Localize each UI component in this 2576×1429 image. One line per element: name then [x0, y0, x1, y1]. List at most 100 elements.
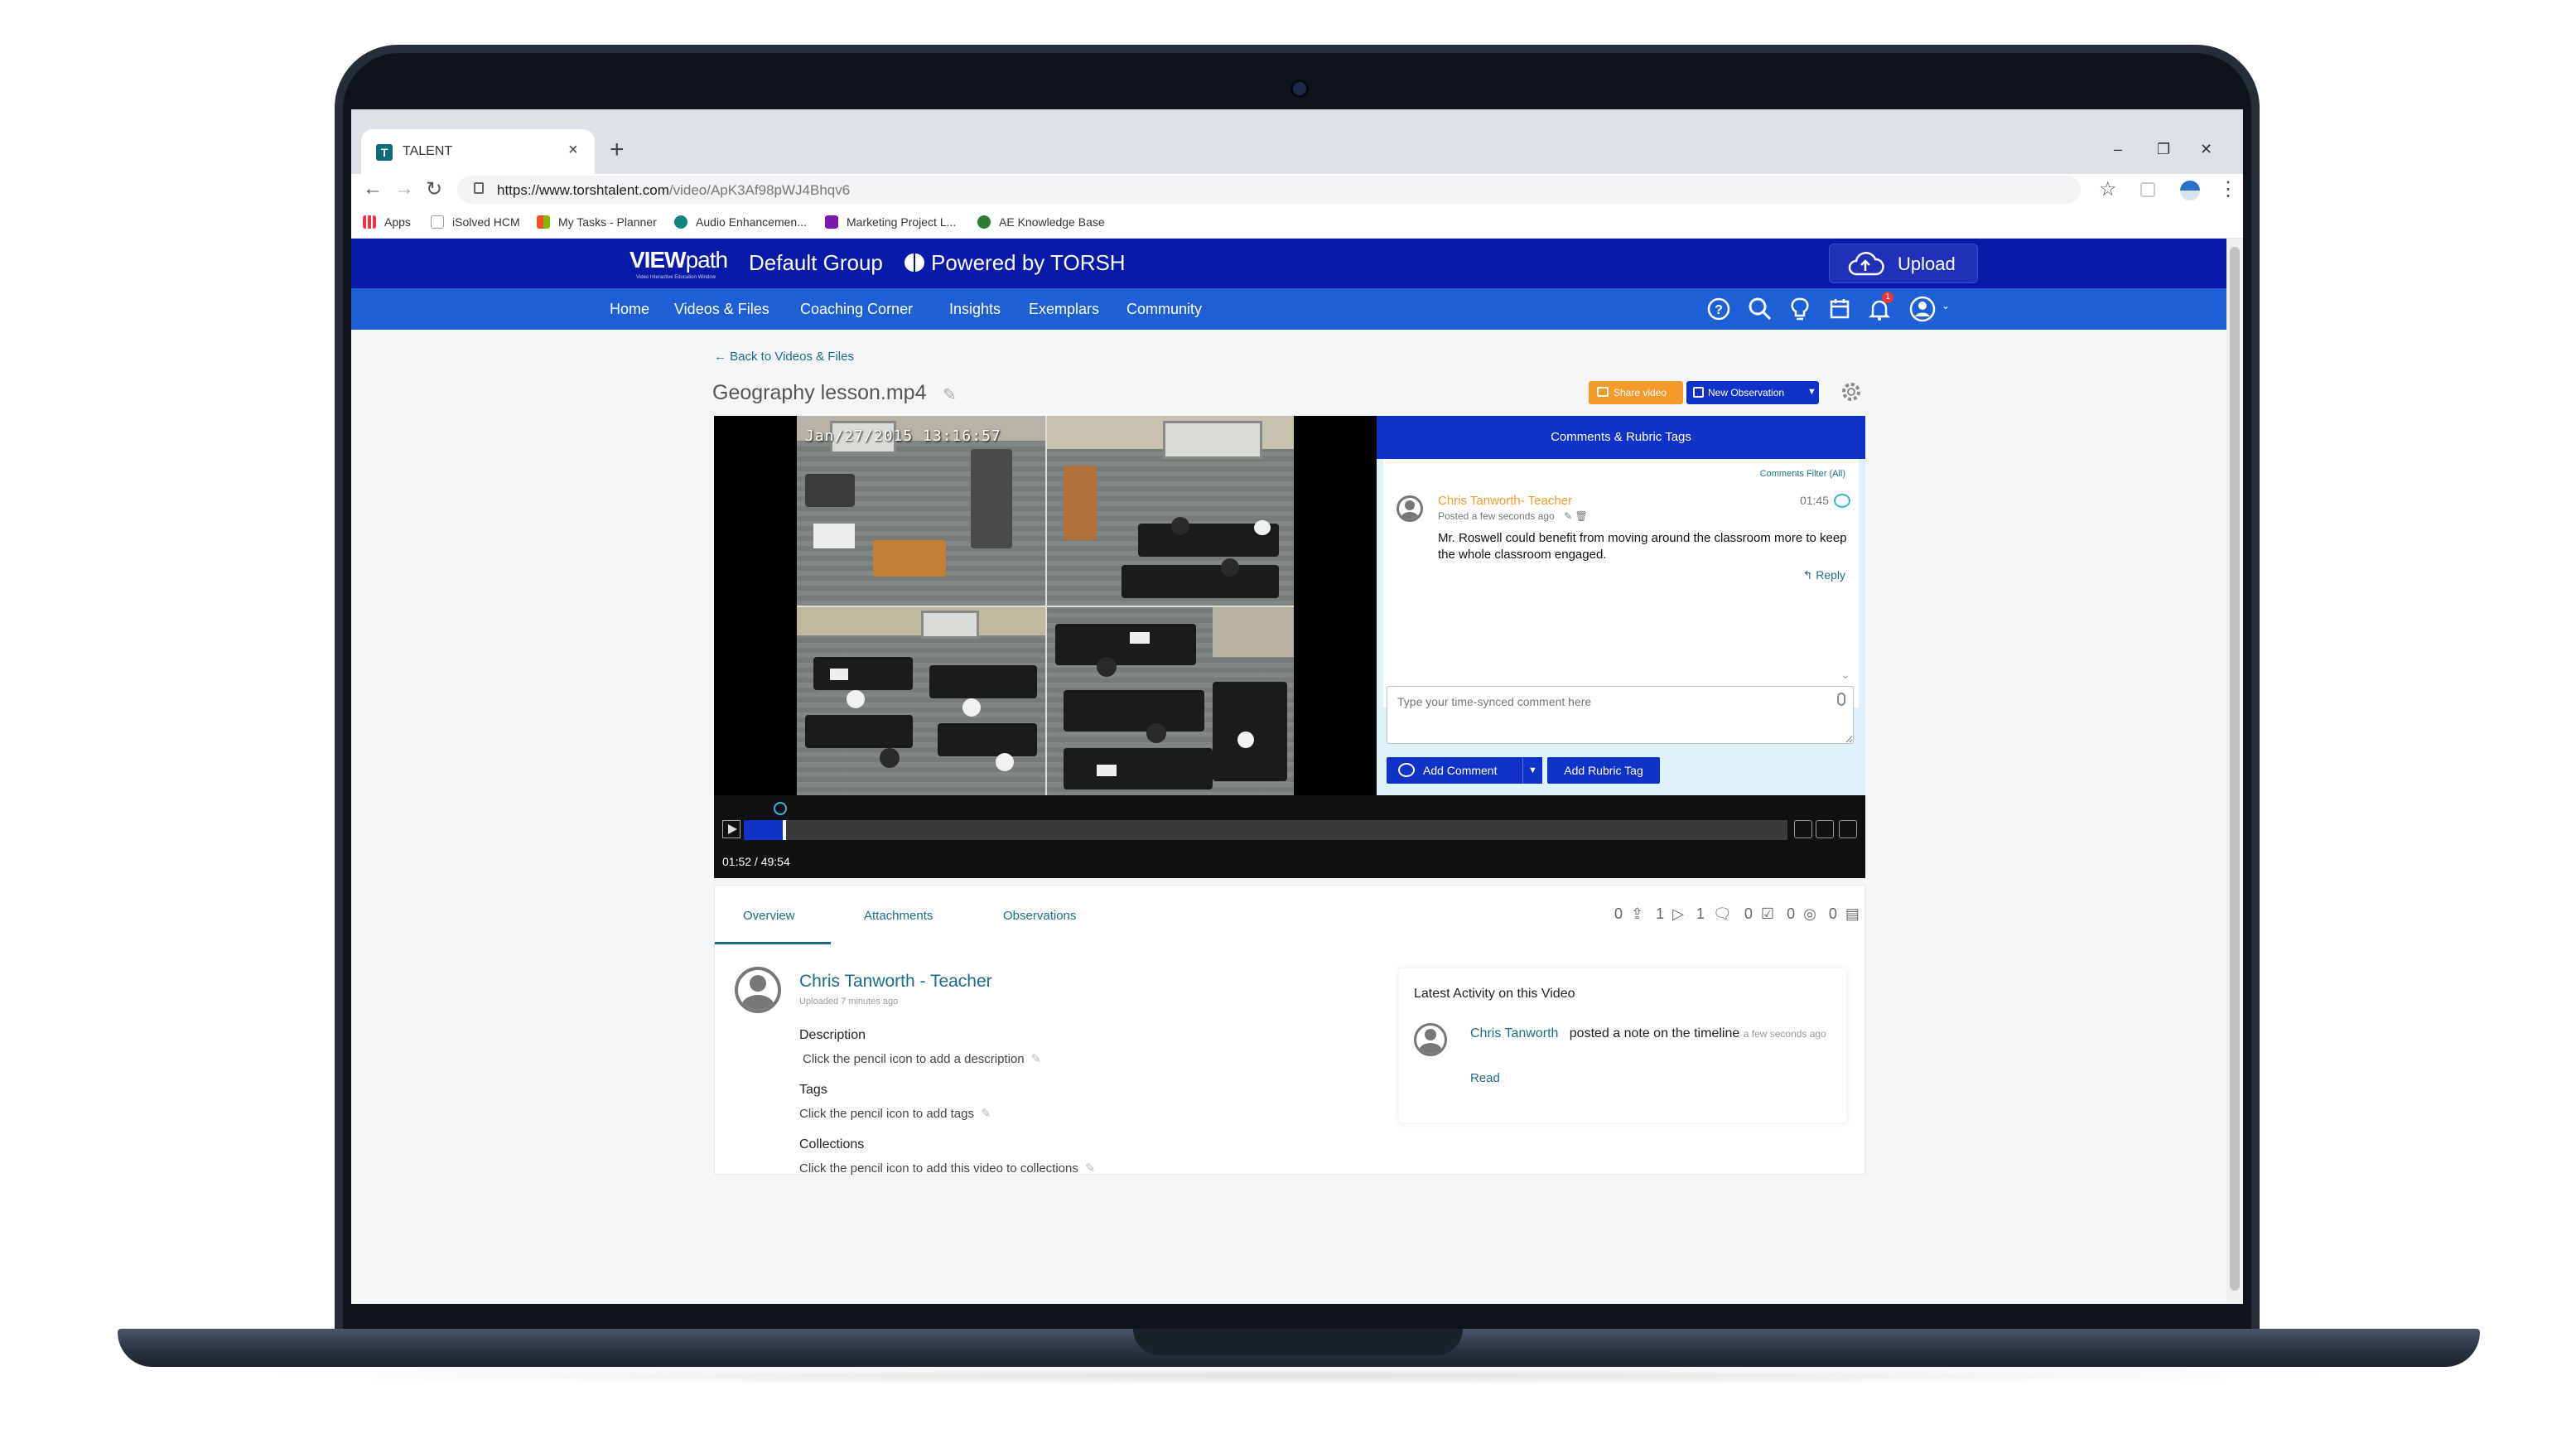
- activity-read-link[interactable]: Read: [1470, 1071, 1500, 1085]
- user-account-icon[interactable]: [1908, 295, 1937, 323]
- bookmark-knowledge[interactable]: AE Knowledge Base: [977, 215, 1105, 229]
- new-observation-button[interactable]: New Observation ▼: [1686, 381, 1819, 404]
- attachments-count: 0 ▤: [1828, 905, 1860, 922]
- bookmark-planner[interactable]: My Tasks - Planner: [537, 215, 657, 229]
- activity-entry: Chris Tanworth posted a note on the time…: [1470, 1023, 1835, 1045]
- nav-videos-files[interactable]: Videos & Files: [674, 301, 769, 318]
- timeline-playhead[interactable]: [782, 820, 786, 840]
- new-tab-icon[interactable]: +: [610, 138, 625, 162]
- main-nav: Home Videos & Files Coaching Corner Insi…: [351, 288, 2226, 330]
- chevron-down-icon[interactable]: ⌄: [1840, 668, 1850, 682]
- activity-user-link[interactable]: Chris Tanworth: [1470, 1026, 1558, 1040]
- edit-description-pencil-icon[interactable]: ✎: [1031, 1052, 1042, 1066]
- webcam-icon: [1290, 80, 1309, 98]
- video-owner-link[interactable]: Chris Tanworth - Teacher: [799, 972, 992, 992]
- page-icon: [431, 215, 444, 229]
- comment-bubble-icon: [1834, 494, 1850, 508]
- comment-text: Mr. Roswell could benefit from moving ar…: [1438, 531, 1847, 562]
- nav-insights[interactable]: Insights: [949, 301, 1001, 318]
- comments-panel: Comments & Rubric Tags Comments Filter (…: [1377, 416, 1865, 795]
- forward-arrow-icon[interactable]: →: [394, 177, 414, 200]
- add-comment-dropdown[interactable]: ▼: [1522, 757, 1542, 784]
- reply-button[interactable]: ↰ Reply: [1803, 568, 1845, 582]
- edit-title-pencil-icon[interactable]: ✎: [943, 384, 957, 405]
- plays-count: 1 ▷: [1656, 905, 1684, 922]
- nav-coaching-corner[interactable]: Coaching Corner: [800, 301, 913, 318]
- back-arrow-icon[interactable]: ←: [363, 177, 383, 200]
- player-controls: 01:52 / 49:54: [714, 795, 1865, 878]
- close-window-icon[interactable]: ✕: [2200, 141, 2212, 158]
- comment-author[interactable]: Chris Tanworth- Teacher: [1438, 494, 1572, 508]
- browser-toolbar: ← → ↻ https://www.torshtalent.com/video/…: [351, 174, 2243, 207]
- tags-hint: Click the pencil icon to add tags ✎: [799, 1107, 991, 1121]
- extension-icon[interactable]: [2140, 182, 2155, 197]
- bookmark-audio[interactable]: Audio Enhancemen...: [674, 215, 807, 229]
- classroom-video-frame[interactable]: Jan/27/2015 13:16:57: [797, 416, 1294, 795]
- settings-gear-icon[interactable]: [1794, 820, 1812, 838]
- bookmark-star-icon[interactable]: ☆: [2099, 177, 2117, 201]
- browser-menu-icon[interactable]: ⋮: [2218, 177, 2238, 201]
- share-icon: [1597, 387, 1609, 397]
- shares-count: 0 ⇪: [1614, 905, 1644, 922]
- tab-attachments[interactable]: Attachments: [864, 909, 933, 923]
- edit-tags-pencil-icon[interactable]: ✎: [981, 1107, 991, 1121]
- nav-community[interactable]: Community: [1126, 301, 1202, 318]
- video-timecode: 01:52 / 49:54: [722, 855, 790, 868]
- back-to-videos-link[interactable]: ← Back to Videos & Files: [714, 350, 854, 364]
- minimize-icon[interactable]: –: [2114, 141, 2122, 158]
- share-video-button[interactable]: Share video: [1589, 381, 1683, 404]
- gear-icon[interactable]: [1839, 379, 1864, 404]
- notification-badge: 1: [1882, 292, 1893, 303]
- delete-icon[interactable]: 🗑: [1575, 510, 1588, 522]
- close-tab-icon[interactable]: ×: [568, 141, 578, 160]
- volume-icon[interactable]: [1816, 820, 1834, 838]
- edit-collections-pencil-icon[interactable]: ✎: [1085, 1161, 1096, 1176]
- upload-button[interactable]: Upload: [1829, 244, 1978, 283]
- group-name[interactable]: Default Group: [749, 250, 883, 276]
- browser-tab[interactable]: T TALENT ×: [361, 129, 595, 174]
- account-caret-icon[interactable]: ⌄: [1942, 300, 1950, 311]
- tasks-count: 0 ☑: [1744, 905, 1775, 922]
- comments-filter-link[interactable]: Comments Filter (All): [1760, 469, 1845, 479]
- play-icon[interactable]: [722, 820, 740, 838]
- address-bar[interactable]: https://www.torshtalent.com/video/ApK3Af…: [457, 176, 2081, 204]
- edit-pencil-icon[interactable]: ✎: [1564, 510, 1572, 522]
- sharepoint-icon: [674, 215, 687, 229]
- scrollbar-thumb[interactable]: [2230, 247, 2240, 1291]
- page-scrollbar[interactable]: [2226, 239, 2243, 1304]
- camera-view-3: [797, 607, 1045, 795]
- nav-home[interactable]: Home: [610, 301, 649, 318]
- tab-overview[interactable]: Overview: [743, 909, 795, 923]
- fullscreen-icon[interactable]: [1839, 820, 1857, 838]
- help-icon[interactable]: ?: [1705, 295, 1733, 323]
- tab-observations[interactable]: Observations: [1003, 909, 1076, 923]
- lightbulb-icon[interactable]: [1786, 295, 1814, 323]
- video-player[interactable]: Jan/27/2015 13:16:57 Comments & Rubric T…: [714, 416, 1865, 878]
- profile-icon[interactable]: [2180, 181, 2200, 200]
- comment-input[interactable]: [1387, 686, 1854, 744]
- add-rubric-tag-button[interactable]: Add Rubric Tag: [1547, 757, 1660, 784]
- comments-panel-title: Comments & Rubric Tags: [1377, 416, 1865, 459]
- timeline-scrubber[interactable]: [744, 802, 1787, 840]
- microphone-icon[interactable]: [1837, 693, 1845, 706]
- search-icon[interactable]: [1746, 295, 1774, 323]
- camera-view-4: [1047, 607, 1294, 795]
- bookmark-marketing[interactable]: Marketing Project L...: [825, 215, 956, 229]
- comment-timestamp[interactable]: 01:45: [1800, 494, 1829, 507]
- bookmark-apps[interactable]: Apps: [363, 215, 411, 229]
- video-details-card: Overview Attachments Observations 0 ⇪ 1 ▷ …: [714, 885, 1868, 1176]
- svg-text:?: ?: [1715, 303, 1723, 317]
- bookmark-isolved[interactable]: iSolved HCM: [431, 215, 520, 229]
- camera-view-2: [1047, 416, 1294, 606]
- comment-marker-icon[interactable]: [774, 802, 788, 815]
- activity-action: posted a note on the timeline: [1569, 1026, 1740, 1040]
- add-comment-button[interactable]: Add Comment: [1387, 757, 1542, 784]
- reload-icon[interactable]: ↻: [426, 177, 442, 201]
- calendar-icon[interactable]: [1826, 295, 1854, 323]
- dropdown-caret-icon: ▼: [1807, 387, 1816, 397]
- restore-icon[interactable]: ❐: [2157, 141, 2170, 158]
- viewpath-logo[interactable]: VIEWpath: [630, 247, 728, 273]
- video-counters: 0 ⇪ 1 ▷ 1 🗨 0 ☑ 0 ◎ 0 ▤: [1614, 905, 1868, 923]
- observations-count: 0 ◎: [1787, 905, 1816, 922]
- nav-exemplars[interactable]: Exemplars: [1029, 301, 1099, 318]
